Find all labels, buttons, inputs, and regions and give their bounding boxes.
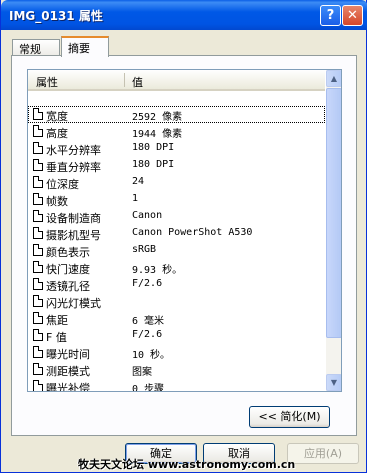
property-value: Canon PowerShot A530 [132,227,253,238]
list-row[interactable]: 测距模式 图案 [28,361,325,378]
property-value: F/2.6 [132,278,163,289]
title-bar[interactable]: IMG_0131 属性 ? ✕ [1,0,367,30]
property-name: 透镜孔径 [46,280,90,293]
property-value: 图案 [132,367,152,378]
property-value: F/2.6 [132,329,163,340]
list-row[interactable]: 帧数 1 [28,191,325,208]
properties-dialog: IMG_0131 属性 ? ✕ 常规 摘要 属性 值 宽度 2592 像素 高度 19… [0,0,367,473]
document-icon [33,227,43,239]
close-button[interactable]: ✕ [342,5,363,26]
property-name: 高度 [46,127,68,140]
property-value: sRGB [132,244,157,255]
document-icon [33,329,43,341]
property-name: 焦距 [46,314,68,327]
header-value[interactable]: 值 [132,74,143,90]
property-value: 1 [132,193,139,204]
document-icon [33,278,43,290]
property-name: 曝光补偿 [46,382,90,392]
property-name: 快门速度 [46,263,90,276]
document-icon [33,363,43,375]
document-icon [33,108,43,120]
property-list[interactable]: 属性 值 宽度 2592 像素 高度 1944 像素 水平分辨率 180 DPI 垂直分辨率… [27,69,342,392]
list-row[interactable]: 位深度 24 [28,174,325,191]
property-name: 颜色表示 [46,246,90,259]
property-name: 水平分辨率 [46,144,101,157]
property-value: 6 毫米 [132,316,165,327]
document-icon [33,295,43,307]
list-row[interactable]: 快门速度 9.93 秒。 [28,259,325,276]
list-row[interactable]: 设备制造商 Canon [28,208,325,225]
watermark: 牧夫天文论坛 www.astronomy.com.cn [78,458,296,471]
property-value: 24 [132,176,145,187]
list-row[interactable]: 曝光时间 10 秒。 [28,344,325,361]
row-focus-cell [28,327,325,344]
header-divider[interactable] [124,73,125,87]
document-icon [33,312,43,324]
list-header: 属性 值 [28,70,325,91]
list-row[interactable]: 颜色表示 sRGB [28,242,325,259]
property-name: 摄影机型号 [46,229,101,242]
property-name: 垂直分辨率 [46,161,101,174]
list-row[interactable]: 焦距 6 毫米 [28,310,325,327]
property-name: 闪光灯模式 [46,297,101,310]
window-title: IMG_0131 属性 [9,9,103,23]
list-row[interactable]: 透镜孔径 F/2.6 [28,276,325,293]
property-value: 0 步骤 [132,384,165,392]
list-row[interactable]: 垂直分辨率 180 DPI [28,157,325,174]
tab-general[interactable]: 常规 [12,39,60,56]
summary-panel: 属性 值 宽度 2592 像素 高度 1944 像素 水平分辨率 180 DPI 垂直分辨率… [11,55,357,436]
property-name: 曝光时间 [46,348,90,361]
list-row[interactable]: 水平分辨率 180 DPI [28,140,325,157]
row-focus-cell [28,310,325,327]
property-value: 1944 像素 [132,129,183,140]
apply-button[interactable]: 应用(A) [287,443,359,464]
scroll-up-button[interactable]: ▲ [326,70,341,87]
property-value: 2592 像素 [132,112,183,123]
document-icon [33,142,43,154]
property-value: 180 DPI [132,142,175,153]
list-row[interactable]: 高度 1944 像素 [28,123,325,140]
row-focus-cell [28,191,325,208]
document-icon [33,380,43,391]
scroll-down-button[interactable]: ▼ [326,374,341,391]
document-icon [33,210,43,222]
tab-summary[interactable]: 摘要 [61,36,109,57]
document-icon [33,346,43,358]
property-name: 测距模式 [46,365,90,378]
property-name: 位深度 [46,178,79,191]
header-property[interactable]: 属性 [36,74,58,90]
document-icon [33,244,43,256]
list-row[interactable]: 摄影机型号 Canon PowerShot A530 [28,225,325,242]
document-icon [33,261,43,273]
property-name: F 值 [46,331,67,344]
property-value: 180 DPI [132,159,175,170]
list-row[interactable]: 宽度 2592 像素 [28,106,325,123]
simplify-button[interactable]: << 简化(M) [249,406,330,428]
list-row[interactable]: 闪光灯模式 [28,293,325,310]
document-icon [33,159,43,171]
property-value: 9.93 秒。 [132,265,183,276]
vertical-scrollbar[interactable]: ▲ ▼ [326,70,341,391]
property-name: 宽度 [46,110,68,123]
property-name: 设备制造商 [46,212,101,225]
help-button[interactable]: ? [320,5,341,26]
list-row[interactable]: 曝光补偿 0 步骤 [28,378,325,392]
scroll-thumb[interactable] [326,88,341,338]
document-icon [33,193,43,205]
list-row[interactable]: F 值 F/2.6 [28,327,325,344]
property-name: 帧数 [46,195,68,208]
document-icon [33,125,43,137]
property-value: 10 秒。 [132,350,171,361]
document-icon [33,176,43,188]
property-value: Canon [132,210,163,221]
